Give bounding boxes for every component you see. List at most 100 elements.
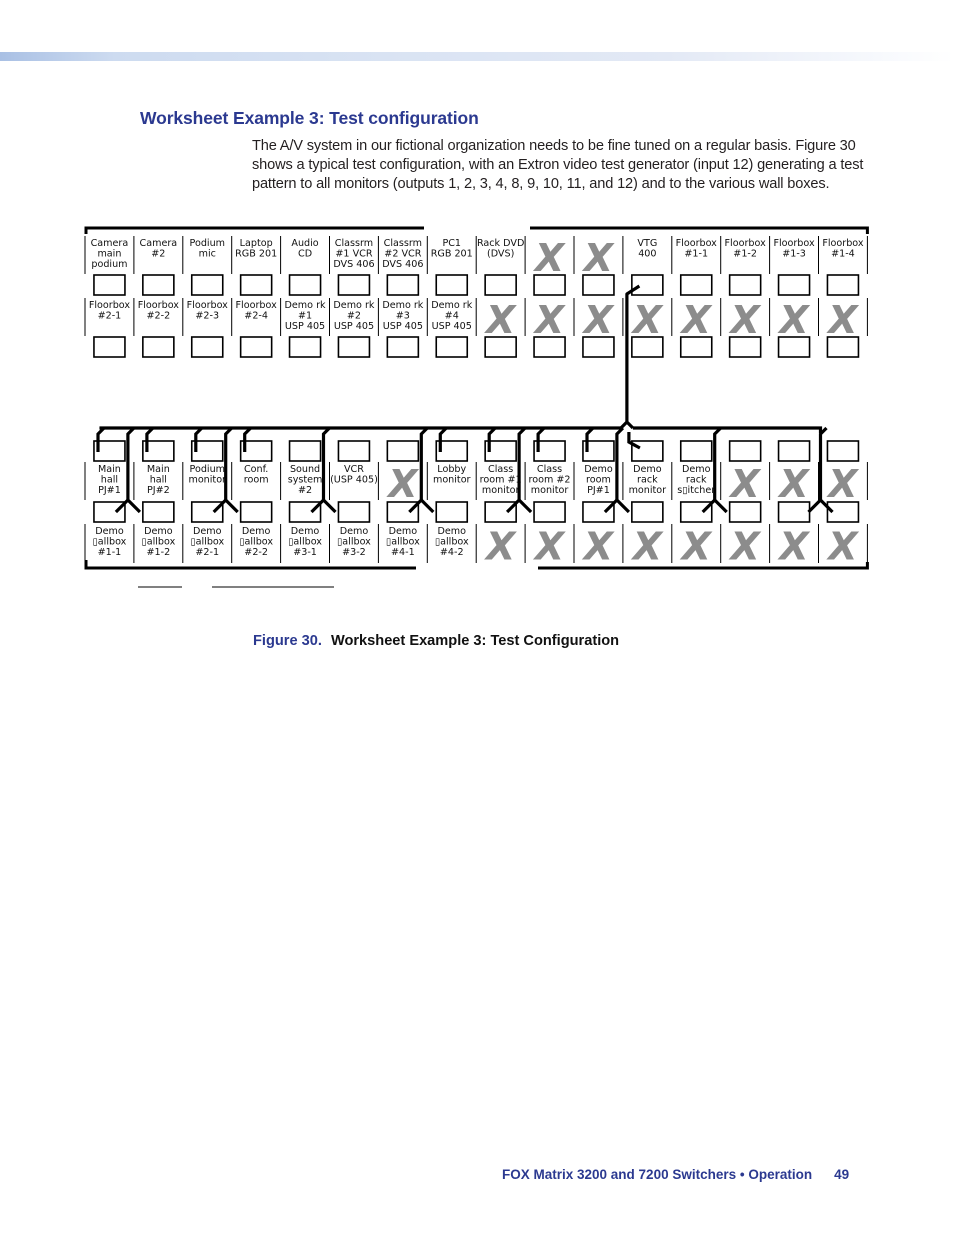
output-label: Demo	[291, 526, 320, 537]
inputs-bracket-left	[84, 226, 424, 234]
output-tie-box	[337, 440, 371, 462]
output-label: PJ#1	[98, 485, 121, 496]
output-label: Class	[488, 464, 513, 475]
output-tie-box	[386, 501, 420, 523]
output-label: ▯allbox	[239, 537, 273, 548]
output-tie-box	[337, 501, 371, 523]
output-label: VCR	[344, 464, 364, 475]
unused-x-icon: X	[631, 298, 664, 342]
tie-fork-stem	[713, 426, 722, 500]
input-label: CD	[298, 249, 312, 260]
output-tie-box	[533, 501, 566, 523]
output-label: Demo	[437, 526, 466, 537]
output-tie-box	[582, 501, 615, 523]
output-label: #1-2	[146, 547, 170, 558]
tie-fork-stem	[321, 426, 331, 500]
output-label: Class	[537, 464, 562, 475]
input-label: #1-1	[684, 249, 708, 260]
input-label: USP 405	[285, 321, 325, 332]
input-tie-box	[142, 336, 175, 358]
output-tie-box	[435, 501, 469, 523]
input-tie-box	[679, 274, 713, 296]
input-label: Floorbox	[138, 300, 180, 311]
input-tie-box	[288, 274, 322, 296]
output-tie-box	[93, 501, 126, 523]
input-label: Podium	[190, 238, 226, 249]
output-label: room #1	[480, 475, 522, 486]
input-label: #1-4	[831, 249, 855, 260]
output-label: ▯allbox	[190, 537, 224, 548]
unused-x-icon: X	[484, 298, 517, 342]
input-label: #1 VCR	[335, 249, 372, 260]
output-tie-box	[777, 501, 811, 523]
input-tie-box	[484, 274, 517, 296]
output-tie-box	[288, 501, 322, 523]
input-label: #2 VCR	[384, 249, 421, 260]
unused-x-icon: X	[680, 525, 713, 569]
tie-drop	[627, 432, 641, 450]
output-tie-box	[288, 440, 322, 462]
input-tie-box	[93, 274, 126, 296]
figure-title: Worksheet Example 3: Test Configuration	[330, 633, 620, 649]
diagram-cells: CameramainpodiumCamera#2PodiummicLaptopR…	[89, 236, 864, 569]
unused-x-icon: X	[533, 298, 566, 342]
output-label: #3-1	[293, 547, 317, 558]
output-label: Demo	[193, 526, 222, 537]
output-tie-box	[728, 501, 762, 523]
input-label: podium	[91, 259, 127, 270]
output-tie-box	[631, 501, 664, 523]
input-label: Rack DVD	[477, 238, 524, 249]
output-tie-box	[826, 440, 860, 462]
tie-fork-stem	[818, 426, 828, 500]
input-label: Laptop	[240, 238, 273, 249]
input-tie-box	[190, 274, 224, 296]
input-label: #2	[151, 249, 165, 260]
output-tie-box	[142, 501, 175, 523]
input-tie-box	[337, 274, 371, 296]
input-label: Demo rk	[382, 300, 423, 311]
output-label: PJ#1	[587, 485, 610, 496]
output-label: rack	[686, 475, 707, 486]
output-label: room	[586, 475, 611, 486]
unused-x-icon: X	[533, 236, 566, 280]
input-tie-box	[337, 336, 371, 358]
output-label: Demo	[144, 526, 173, 537]
output-label: Demo	[682, 464, 711, 475]
unused-x-icon: X	[728, 462, 761, 506]
input-label: #1	[298, 311, 312, 322]
output-label: room	[244, 475, 269, 486]
output-label: Demo	[242, 526, 271, 537]
unused-x-icon: X	[826, 298, 859, 342]
output-tie-box	[728, 440, 762, 462]
output-label: monitor	[482, 485, 520, 496]
input-label: 400	[638, 249, 656, 260]
unused-x-icon: X	[680, 298, 713, 342]
input-label: Audio	[291, 238, 318, 249]
outputs-bracket-left	[84, 560, 416, 570]
output-label: hall	[150, 475, 167, 486]
input-label: Floorbox	[773, 238, 815, 249]
output-label: Sound	[290, 464, 320, 475]
output-label: #2-1	[195, 547, 219, 558]
output-label: room #2	[529, 475, 571, 486]
footer-title: FOX Matrix 3200 and 7200 Switchers • Ope…	[502, 1167, 813, 1182]
input-label: main	[97, 249, 121, 260]
input-label: #1-2	[733, 249, 757, 260]
output-label: ▯allbox	[141, 537, 175, 548]
output-tie-box	[631, 440, 664, 462]
input-label: RGB 201	[431, 249, 473, 260]
input-label: Floorbox	[725, 238, 767, 249]
input-label: Floorbox	[676, 238, 718, 249]
figure-caption: Figure 30. Worksheet Example 3: Test Conf…	[253, 633, 619, 649]
output-label: #1-1	[98, 547, 122, 558]
output-label: rack	[637, 475, 658, 486]
input-label: Classrm	[335, 238, 373, 249]
output-tie-box	[679, 501, 713, 523]
input-label: #2	[347, 311, 361, 322]
output-label: ▯allbox	[386, 537, 420, 548]
output-label: PJ#2	[147, 485, 170, 496]
tie-fork-stem	[224, 426, 233, 500]
input-label: Camera	[91, 238, 129, 249]
unused-x-icon: X	[386, 462, 419, 506]
input-label: #4	[445, 311, 459, 322]
